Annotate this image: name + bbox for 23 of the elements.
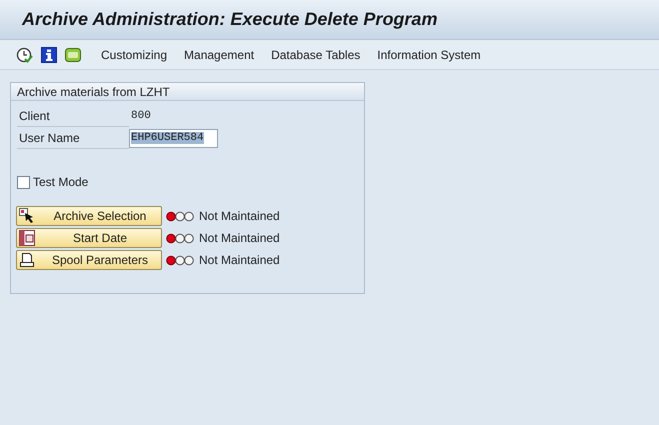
- window-title: Archive Administration: Execute Delete Program: [22, 8, 438, 31]
- client-value: 800: [131, 108, 151, 124]
- field-label: Client: [17, 106, 129, 126]
- info-icon[interactable]: [41, 46, 57, 62]
- status-text: Not Maintained: [199, 230, 280, 247]
- test-mode-label: Test Mode: [33, 174, 88, 191]
- action-button[interactable]: Start Date: [16, 228, 162, 248]
- printer-icon: [19, 252, 35, 268]
- menu-item[interactable]: Database Tables: [271, 46, 360, 64]
- menu-item[interactable]: Information System: [377, 46, 481, 64]
- group-title: Archive materials from LZHT: [11, 83, 364, 101]
- user-name-input[interactable]: EHP6USER584: [129, 128, 218, 148]
- test-mode-checkbox[interactable]: [17, 176, 30, 188]
- menu-item[interactable]: Management: [184, 46, 254, 64]
- menu-item[interactable]: Customizing: [101, 46, 168, 64]
- cursor-icon: [19, 208, 35, 224]
- action-button[interactable]: Archive Selection: [16, 206, 162, 226]
- action-button[interactable]: Spool Parameters: [16, 250, 162, 270]
- calendar-icon: [19, 230, 35, 246]
- job-icon[interactable]: [65, 48, 81, 62]
- status-text: Not Maintained: [199, 208, 280, 225]
- status-text: Not Maintained: [199, 252, 280, 269]
- clock-check-icon[interactable]: [16, 46, 33, 62]
